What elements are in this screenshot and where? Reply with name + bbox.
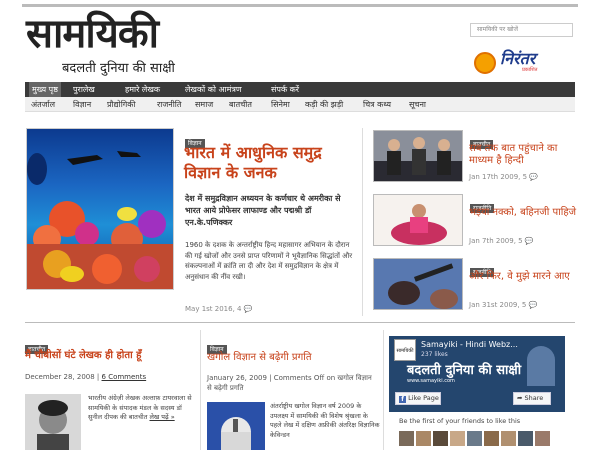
column-divider bbox=[362, 128, 363, 316]
sun-icon bbox=[474, 52, 496, 74]
featured-title[interactable]: भारत में आधुनिक समुद्र विज्ञान के जनक bbox=[184, 143, 354, 183]
featured-image[interactable] bbox=[26, 128, 174, 290]
bottom-post-2-image[interactable] bbox=[207, 402, 265, 450]
sponsor-logo[interactable]: निरंतर प्रकाशित bbox=[474, 50, 554, 76]
nav-cat-photo[interactable]: चित्र कथ्य bbox=[363, 99, 391, 110]
comment-icon: 💬 bbox=[243, 305, 253, 313]
bottom-post-1-excerpt: भारतीय अंग्रेज़ी लेखक अल्ताफ़ टायरवाला स… bbox=[88, 394, 192, 421]
category-nav: अंतर्जाल विज्ञान प्रौद्योगिकी राजनीति सम… bbox=[25, 97, 575, 112]
meeting-photo bbox=[374, 131, 462, 181]
nav-cat-science[interactable]: विज्ञान bbox=[73, 99, 91, 110]
bottom-post-1-image[interactable] bbox=[25, 394, 81, 450]
side-post-2-title[interactable]: भइया नक्को, बहिनजी पाहिजे bbox=[469, 207, 579, 219]
nav-cat-politics[interactable]: राजनीति bbox=[157, 99, 181, 110]
bottom-post-2-excerpt: अंतर्राष्ट्रीय खगोल विज्ञान वर्ष 2009 के… bbox=[270, 402, 380, 439]
bottom-post-1-title[interactable]: मैं चौबीसों घंटे लेखक ही होता हूँ bbox=[25, 349, 200, 362]
comment-icon: 💬 bbox=[528, 301, 538, 309]
facebook-icon: f bbox=[399, 396, 406, 403]
side-post-3-meta: Jan 31st 2009, 5 💬 bbox=[469, 301, 538, 309]
gun-photo bbox=[374, 259, 462, 309]
nav-invite[interactable]: लेखकों को आमंत्रण bbox=[185, 84, 242, 95]
side-post-1-comments[interactable]: 5 bbox=[523, 173, 527, 181]
fb-friends-faces bbox=[399, 431, 569, 450]
fb-friends-text: Be the first of your friends to like thi… bbox=[399, 417, 521, 425]
side-post-3-image[interactable] bbox=[373, 258, 463, 310]
author-photo bbox=[25, 394, 81, 450]
nav-cat-info[interactable]: सूचना bbox=[409, 99, 426, 110]
featured-meta: May 1st 2016, 4 💬 bbox=[185, 305, 252, 313]
coral-reef-image bbox=[27, 151, 173, 289]
search-input[interactable]: सामयिकी पर खोजें bbox=[470, 23, 573, 37]
column-divider-3 bbox=[383, 330, 384, 450]
featured-lead: देश में समुद्रविज्ञान अध्ययन के कर्णधार … bbox=[185, 194, 341, 227]
nav-cat-cinema[interactable]: सिनेमा bbox=[271, 99, 290, 110]
comment-icon: 💬 bbox=[524, 237, 534, 245]
featured-comments[interactable]: 4 bbox=[237, 305, 241, 313]
observatory-photo bbox=[207, 402, 265, 450]
nav-cat-technology[interactable]: प्रौद्योगिकी bbox=[107, 99, 136, 110]
top-divider bbox=[22, 4, 578, 7]
fb-banner-url: www.samayiki.com bbox=[407, 378, 455, 384]
bottom-post-1-meta: December 28, 2008 | 6 Comments bbox=[25, 373, 147, 381]
sponsor-sub: प्रकाशित bbox=[522, 67, 538, 73]
fb-page-name[interactable]: Samayiki - Hindi Webz... bbox=[421, 340, 518, 349]
side-post-1-image[interactable] bbox=[373, 130, 463, 182]
logo-title: सामयिकी bbox=[26, 10, 159, 57]
nav-authors[interactable]: हमारे लेखक bbox=[125, 84, 160, 95]
nav-cat-links[interactable]: कड़ी की झड़ी bbox=[305, 99, 343, 110]
nav-archive[interactable]: पुरालेख bbox=[73, 84, 95, 95]
side-post-1-title[interactable]: सब तक बात पहुंचाने का माध्यम है हिन्दी bbox=[469, 143, 579, 167]
fb-like-count: 237 likes bbox=[421, 351, 448, 358]
bottom-post-1-comments[interactable]: 6 Comments bbox=[102, 373, 147, 381]
comment-icon: 💬 bbox=[529, 173, 539, 181]
side-post-2-meta: Jan 7th 2009, 5 💬 bbox=[469, 237, 534, 245]
read-more-link[interactable]: लेख पढ़ें » bbox=[149, 413, 174, 421]
share-icon: ➦ bbox=[517, 394, 523, 402]
column-divider-2 bbox=[200, 330, 201, 450]
sponsor-name: निरंतर bbox=[500, 49, 536, 68]
nav-cat-internet[interactable]: अंतर्जाल bbox=[31, 99, 55, 110]
nav-cat-society[interactable]: समाज bbox=[195, 99, 213, 110]
nav-cat-talk[interactable]: बातचीत bbox=[229, 99, 252, 110]
featured-body: 1960 के दशक के अन्तर्राष्ट्रीय हिन्द महा… bbox=[185, 241, 353, 281]
facebook-page-widget[interactable]: सामयिकी Samayiki - Hindi Webz... 237 lik… bbox=[389, 336, 565, 412]
fb-banner-graphic bbox=[527, 346, 555, 386]
section-divider bbox=[25, 322, 575, 323]
page-avatar: सामयिकी bbox=[394, 339, 416, 361]
nav-home[interactable]: मुख्य पृष्ठ bbox=[29, 82, 61, 97]
logo-tagline: बदलती दुनिया की साक्षी bbox=[62, 61, 175, 76]
nav-contact[interactable]: संपर्क करें bbox=[271, 84, 299, 95]
featured-date: May 1st 2016, bbox=[185, 305, 235, 313]
side-post-2-comments[interactable]: 5 bbox=[518, 237, 522, 245]
fb-like-page-button[interactable]: f Like Page bbox=[395, 392, 441, 405]
side-post-2-image[interactable] bbox=[373, 194, 463, 246]
side-post-3-comments[interactable]: 5 bbox=[522, 301, 526, 309]
leader-photo bbox=[374, 195, 462, 245]
fb-share-button[interactable]: ➦ Share bbox=[513, 392, 551, 405]
bottom-post-2-title[interactable]: खगोल विज्ञान से बढ़ेगी प्रगति bbox=[207, 351, 382, 364]
primary-nav: मुख्य पृष्ठ पुरालेख हमारे लेखक लेखकों को… bbox=[25, 82, 575, 97]
bottom-post-2-meta: January 26, 2009 | Comments Off on खगोल … bbox=[207, 374, 372, 392]
side-post-1-meta: Jan 17th 2009, 5 💬 bbox=[469, 173, 539, 181]
side-post-3-title[interactable]: और फिर, वे मुझे मारने आए bbox=[469, 271, 579, 283]
fb-banner-text: बदलती दुनिया की साक्षी bbox=[407, 363, 522, 378]
site-logo[interactable]: सामयिकी बदलती दुनिया की साक्षी bbox=[26, 10, 216, 77]
